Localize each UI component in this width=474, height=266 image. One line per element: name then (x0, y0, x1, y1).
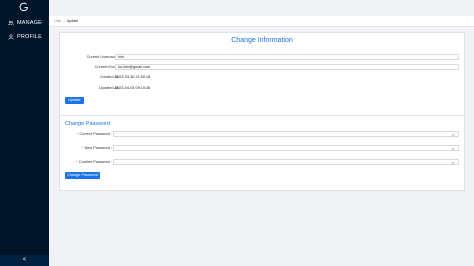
updated-at-value: 2023-04-03 09:15:36 (115, 86, 151, 90)
eye-invisible-icon[interactable] (451, 132, 455, 137)
new-password-input[interactable] (113, 145, 459, 151)
email-label: Current Email : (94, 65, 120, 69)
confirm-password-label: *Confirm Password : (52, 160, 112, 164)
sidebar-item-label: MANAGE (17, 20, 43, 26)
current-password-input[interactable] (113, 131, 459, 137)
change-password-button[interactable]: Change Password (65, 172, 100, 179)
breadcrumb-separator: / (63, 19, 65, 23)
required-mark: * (76, 160, 78, 164)
username-field[interactable]: kim (115, 54, 459, 60)
username-label: Current Username : (86, 55, 120, 59)
required-mark: * (82, 146, 84, 150)
confirm-password-label-text: Confirm Password : (78, 160, 112, 164)
current-password-label: *Current Password : (52, 132, 112, 136)
required-mark: * (77, 132, 79, 136)
update-button[interactable]: Update (65, 97, 84, 104)
updated-at-label: Updated At : (99, 86, 120, 90)
confirm-password-input[interactable] (113, 159, 459, 165)
sidebar-collapse-button[interactable]: < (0, 255, 49, 266)
team-icon (8, 20, 14, 26)
current-password-label-text: Current Password : (79, 132, 113, 136)
sidebar: MANAGE PROFILE < (0, 0, 49, 266)
user-icon (8, 34, 14, 40)
breadcrumb-item-current: Update (66, 19, 79, 23)
app-logo-icon[interactable] (19, 2, 29, 12)
profile-card: Change Information Current Username : ki… (59, 32, 465, 191)
page-title: Change Information (231, 37, 293, 44)
breadcrumb-item-user[interactable]: User (54, 19, 62, 23)
sidebar-item-label: PROFILE (17, 34, 42, 40)
sidebar-item-manage[interactable]: MANAGE (8, 20, 42, 26)
breadcrumb: User / Update (54, 16, 78, 27)
email-field[interactable]: ko.kim@gmail.com (115, 64, 459, 70)
eye-invisible-icon[interactable] (451, 146, 455, 151)
created-at-label: Created At : (99, 75, 120, 79)
created-at-value: 2023-03-30 21:00:18 (115, 75, 151, 79)
sidebar-item-profile[interactable]: PROFILE (8, 34, 42, 40)
new-password-label-text: New Password : (84, 146, 112, 150)
new-password-label: *New Password : (52, 146, 112, 150)
eye-invisible-icon[interactable] (451, 160, 455, 165)
section-divider (60, 115, 464, 116)
header: User / Update (49, 16, 474, 27)
chevron-left-icon: < (22, 257, 27, 263)
change-password-title: Change Password (65, 121, 110, 127)
